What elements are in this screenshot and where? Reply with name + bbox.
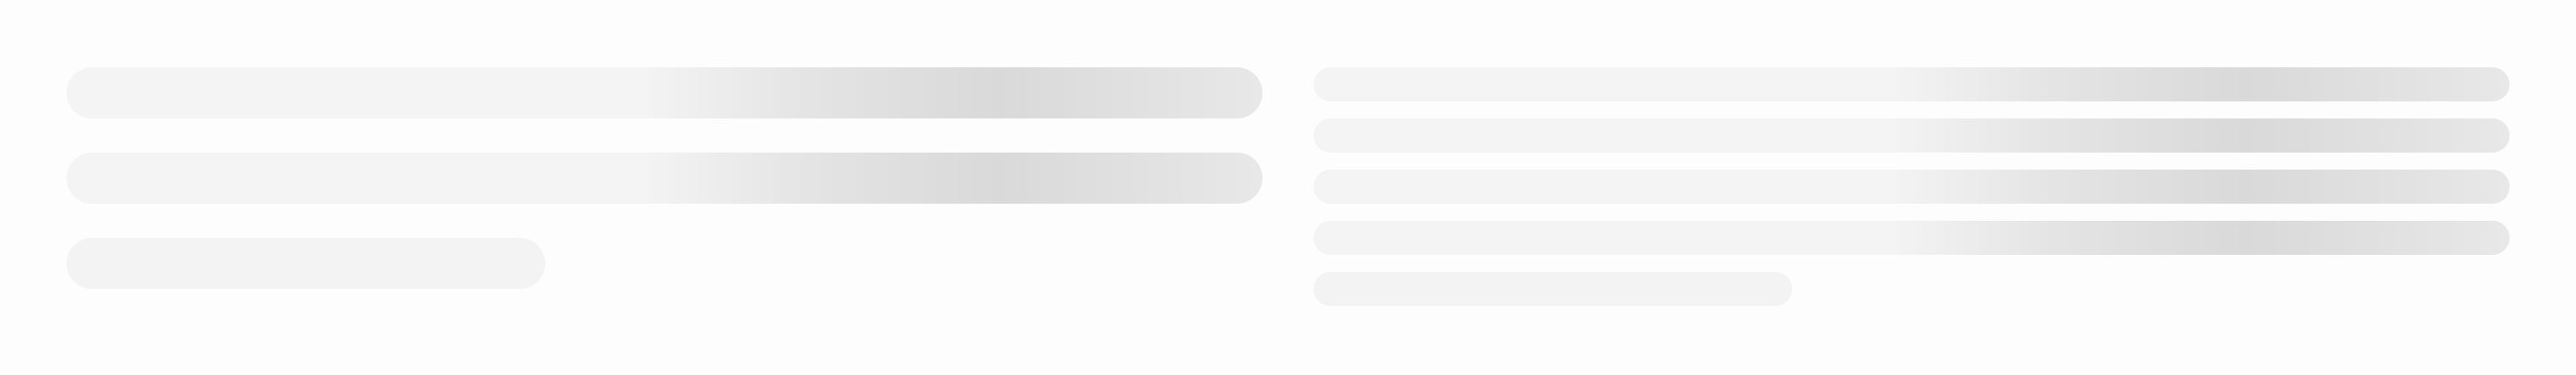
skeleton-line-4 bbox=[1314, 221, 2510, 255]
skeleton-line-3 bbox=[1314, 170, 2510, 204]
skeleton-line-3-short bbox=[66, 238, 545, 289]
skeleton-loading-page bbox=[0, 0, 2576, 375]
skeleton-line-2 bbox=[1314, 118, 2510, 153]
skeleton-line-2 bbox=[66, 153, 1262, 204]
skeleton-line-1 bbox=[1314, 67, 2510, 101]
skeleton-line-5-short bbox=[1314, 272, 1792, 306]
skeleton-line-1 bbox=[66, 67, 1262, 118]
